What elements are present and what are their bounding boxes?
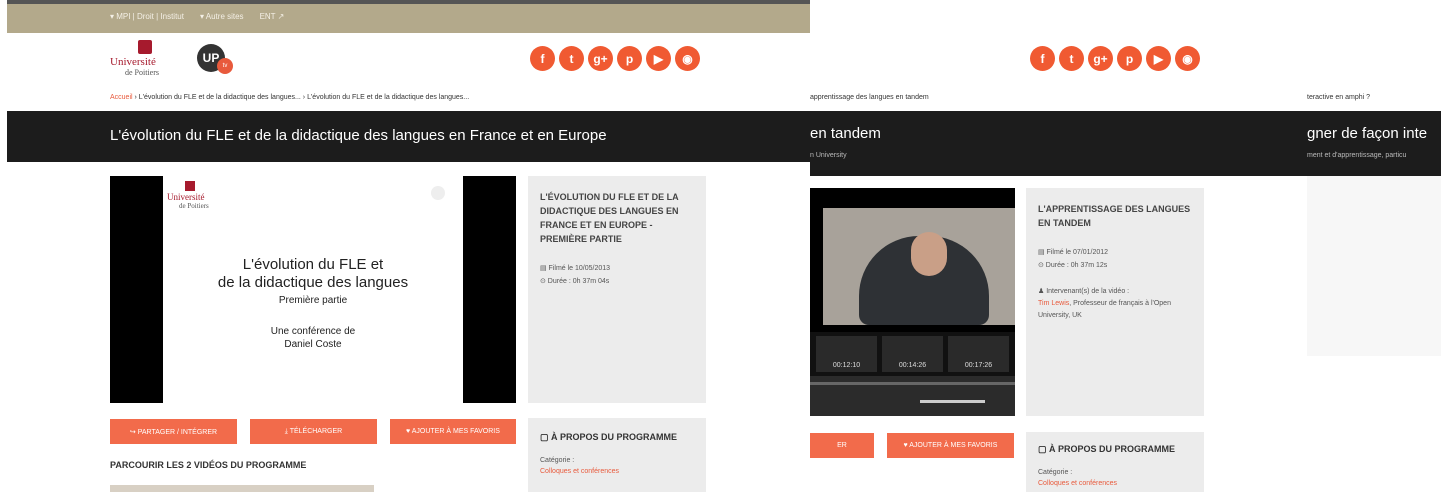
chapter-thumbnails: 00:12:10 00:14:26 00:17:26 [810, 332, 1015, 376]
chapter-time: 00:17:26 [964, 362, 993, 369]
volume-slider[interactable] [920, 400, 985, 403]
video-slide: Université de Poitiers L'évolution du FL… [163, 176, 463, 403]
page-title: en tandem [810, 125, 881, 142]
video-player[interactable]: 00:12:10 00:14:26 00:17:26 [810, 188, 1015, 416]
breadcrumb-trail: › L'évolution du FLE et de la didactique… [132, 94, 470, 101]
screenshot-collage: ▾ MPI | Droit | Institut ▾ Autre sites E… [0, 0, 1441, 492]
slide-brand: Université [167, 192, 205, 202]
chapter-time: 00:14:26 [898, 362, 927, 369]
speaker-label: ♟ Intervenant(s) de la vidéo : [1038, 288, 1130, 295]
social-icons: f t g+ p ▶ ◉ [530, 46, 700, 71]
seek-bar[interactable] [810, 382, 1015, 385]
slide-line-5: Daniel Coste [284, 339, 342, 350]
youtube-icon[interactable]: ▶ [646, 46, 671, 71]
pinterest-icon[interactable]: p [1117, 46, 1142, 71]
top-bar-edge [7, 0, 810, 4]
slide-line-4: Une conférence de [270, 326, 356, 337]
top-link-ent[interactable]: ENT ↗ [260, 12, 285, 21]
crest-icon [185, 181, 195, 191]
breadcrumb-home[interactable]: Accueil [110, 94, 133, 101]
share-button[interactable]: ER [810, 433, 874, 458]
page-panel-1: ▾ MPI | Droit | Institut ▾ Autre sites E… [7, 0, 810, 492]
slide-line-2: de la didactique des langues [217, 274, 409, 291]
university-logo-sub: de Poitiers [125, 68, 159, 77]
video-controls [810, 376, 1015, 416]
content-area [1307, 176, 1441, 356]
add-favorite-button[interactable]: ♥ AJOUTER À MES FAVORIS [887, 433, 1014, 458]
slide-line-1: L'évolution du FLE et [242, 256, 384, 273]
title-bar: gner de façon inte ment et d'apprentissa… [1307, 111, 1441, 176]
breadcrumb: apprentissage des langues en tandem [810, 94, 929, 101]
video-duration: ⊙ Durée : 0h 37m 04s [540, 278, 610, 285]
settings-icon[interactable] [431, 186, 445, 200]
rss-icon[interactable]: ◉ [1175, 46, 1200, 71]
video-info-meta: ▤ Filmé le 07/01/2012 ⊙ Durée : 0h 37m 1… [1038, 246, 1192, 272]
filmed-date: ▤ Filmé le 10/05/2013 [540, 265, 611, 272]
page-title: gner de façon inte [1307, 125, 1428, 142]
slide-line-3: Première partie [278, 295, 348, 306]
page-subtitle: n University [810, 152, 847, 159]
about-program-box: ▢ À PROPOS DU PROGRAMME Catégorie : Coll… [1026, 432, 1204, 492]
breadcrumb: teractive en amphi ? [1307, 94, 1371, 101]
facebook-icon[interactable]: f [1030, 46, 1055, 71]
youtube-icon[interactable]: ▶ [1146, 46, 1171, 71]
social-icons: f t g+ p ▶ ◉ [1030, 46, 1200, 71]
video-player[interactable]: Université de Poitiers L'évolution du FL… [110, 176, 516, 403]
rss-icon[interactable]: ◉ [675, 46, 700, 71]
breadcrumb: Accueil › L'évolution du FLE et de la di… [110, 94, 469, 101]
crest-icon [138, 40, 152, 54]
twitter-icon[interactable]: t [1059, 46, 1084, 71]
video-info-title: L'évolution du FLE et de la didactique d… [540, 192, 679, 244]
university-logo[interactable]: Université de Poitiers [110, 40, 180, 80]
speaker-info: ♟ Intervenant(s) de la vidéo : Tim Lewis… [1038, 286, 1192, 322]
download-button[interactable]: ⤓ TÉLÉCHARGER [250, 419, 377, 444]
filmed-date: ▤ Filmé le 07/01/2012 [1038, 249, 1109, 256]
share-button[interactable]: ↪ PARTAGER / INTÉGRER [110, 419, 237, 444]
twitter-icon[interactable]: t [559, 46, 584, 71]
google-plus-icon[interactable]: g+ [588, 46, 613, 71]
chapter-time: 00:12:10 [832, 362, 861, 369]
add-favorite-button[interactable]: ♥ AJOUTER À MES FAVORIS [390, 419, 516, 444]
category-link[interactable]: Colloques et conférences [1038, 480, 1192, 487]
browse-videos-heading: PARCOURIR LES 2 VIDÉOS DU PROGRAMME [110, 460, 307, 470]
university-logo-name: Université [110, 56, 156, 68]
top-link-other-sites[interactable]: ▾ Autre sites [200, 12, 244, 21]
pinterest-icon[interactable]: p [617, 46, 642, 71]
top-links: ▾ MPI | Droit | Institut ▾ Autre sites E… [110, 12, 284, 21]
chapter-thumb[interactable]: 00:12:10 [816, 336, 877, 372]
page-panel-2: f t g+ p ▶ ◉ apprentissage des langues e… [810, 0, 1307, 492]
page-subtitle: ment et d'apprentissage, particu [1307, 152, 1407, 159]
speaker-face [911, 232, 947, 276]
chapter-thumb[interactable]: 00:17:26 [948, 336, 1009, 372]
google-plus-icon[interactable]: g+ [1088, 46, 1113, 71]
about-program-heading: ▢ À PROPOS DU PROGRAMME [1038, 444, 1176, 454]
video-info-box: L'apprentissage des langues en tandem ▤ … [1026, 188, 1204, 416]
slide-brand-sub: de Poitiers [179, 202, 209, 210]
category-label: Catégorie : [540, 457, 575, 464]
about-program-box: ▢ À PROPOS DU PROGRAMME Catégorie : Coll… [528, 418, 706, 492]
video-info-meta: ▤ Filmé le 10/05/2013 ⊙ Durée : 0h 37m 0… [540, 262, 694, 288]
title-bar: L'évolution du FLE et de la didactique d… [7, 111, 810, 162]
chapter-thumb[interactable]: 00:14:26 [882, 336, 943, 372]
category-link[interactable]: Colloques et conférences [540, 468, 694, 475]
about-program-heading: ▢ À PROPOS DU PROGRAMME [540, 432, 678, 442]
video-info-box: L'évolution du FLE et de la didactique d… [528, 176, 706, 403]
video-info-title: L'apprentissage des langues en tandem [1038, 204, 1191, 228]
top-link-mpi[interactable]: ▾ MPI | Droit | Institut [110, 12, 184, 21]
video-frame [823, 208, 1015, 325]
speaker-name-link[interactable]: Tim Lewis [1038, 300, 1069, 307]
video-thumbnails[interactable] [110, 485, 374, 492]
page-panel-3: teractive en amphi ? gner de façon inte … [1307, 0, 1441, 492]
facebook-icon[interactable]: f [530, 46, 555, 71]
up-tv-badge: tv [217, 58, 233, 74]
video-duration: ⊙ Durée : 0h 37m 12s [1038, 262, 1108, 269]
page-title: L'évolution du FLE et de la didactique d… [110, 127, 607, 144]
category-label: Catégorie : [1038, 469, 1073, 476]
title-bar: en tandem n University [810, 111, 1307, 176]
